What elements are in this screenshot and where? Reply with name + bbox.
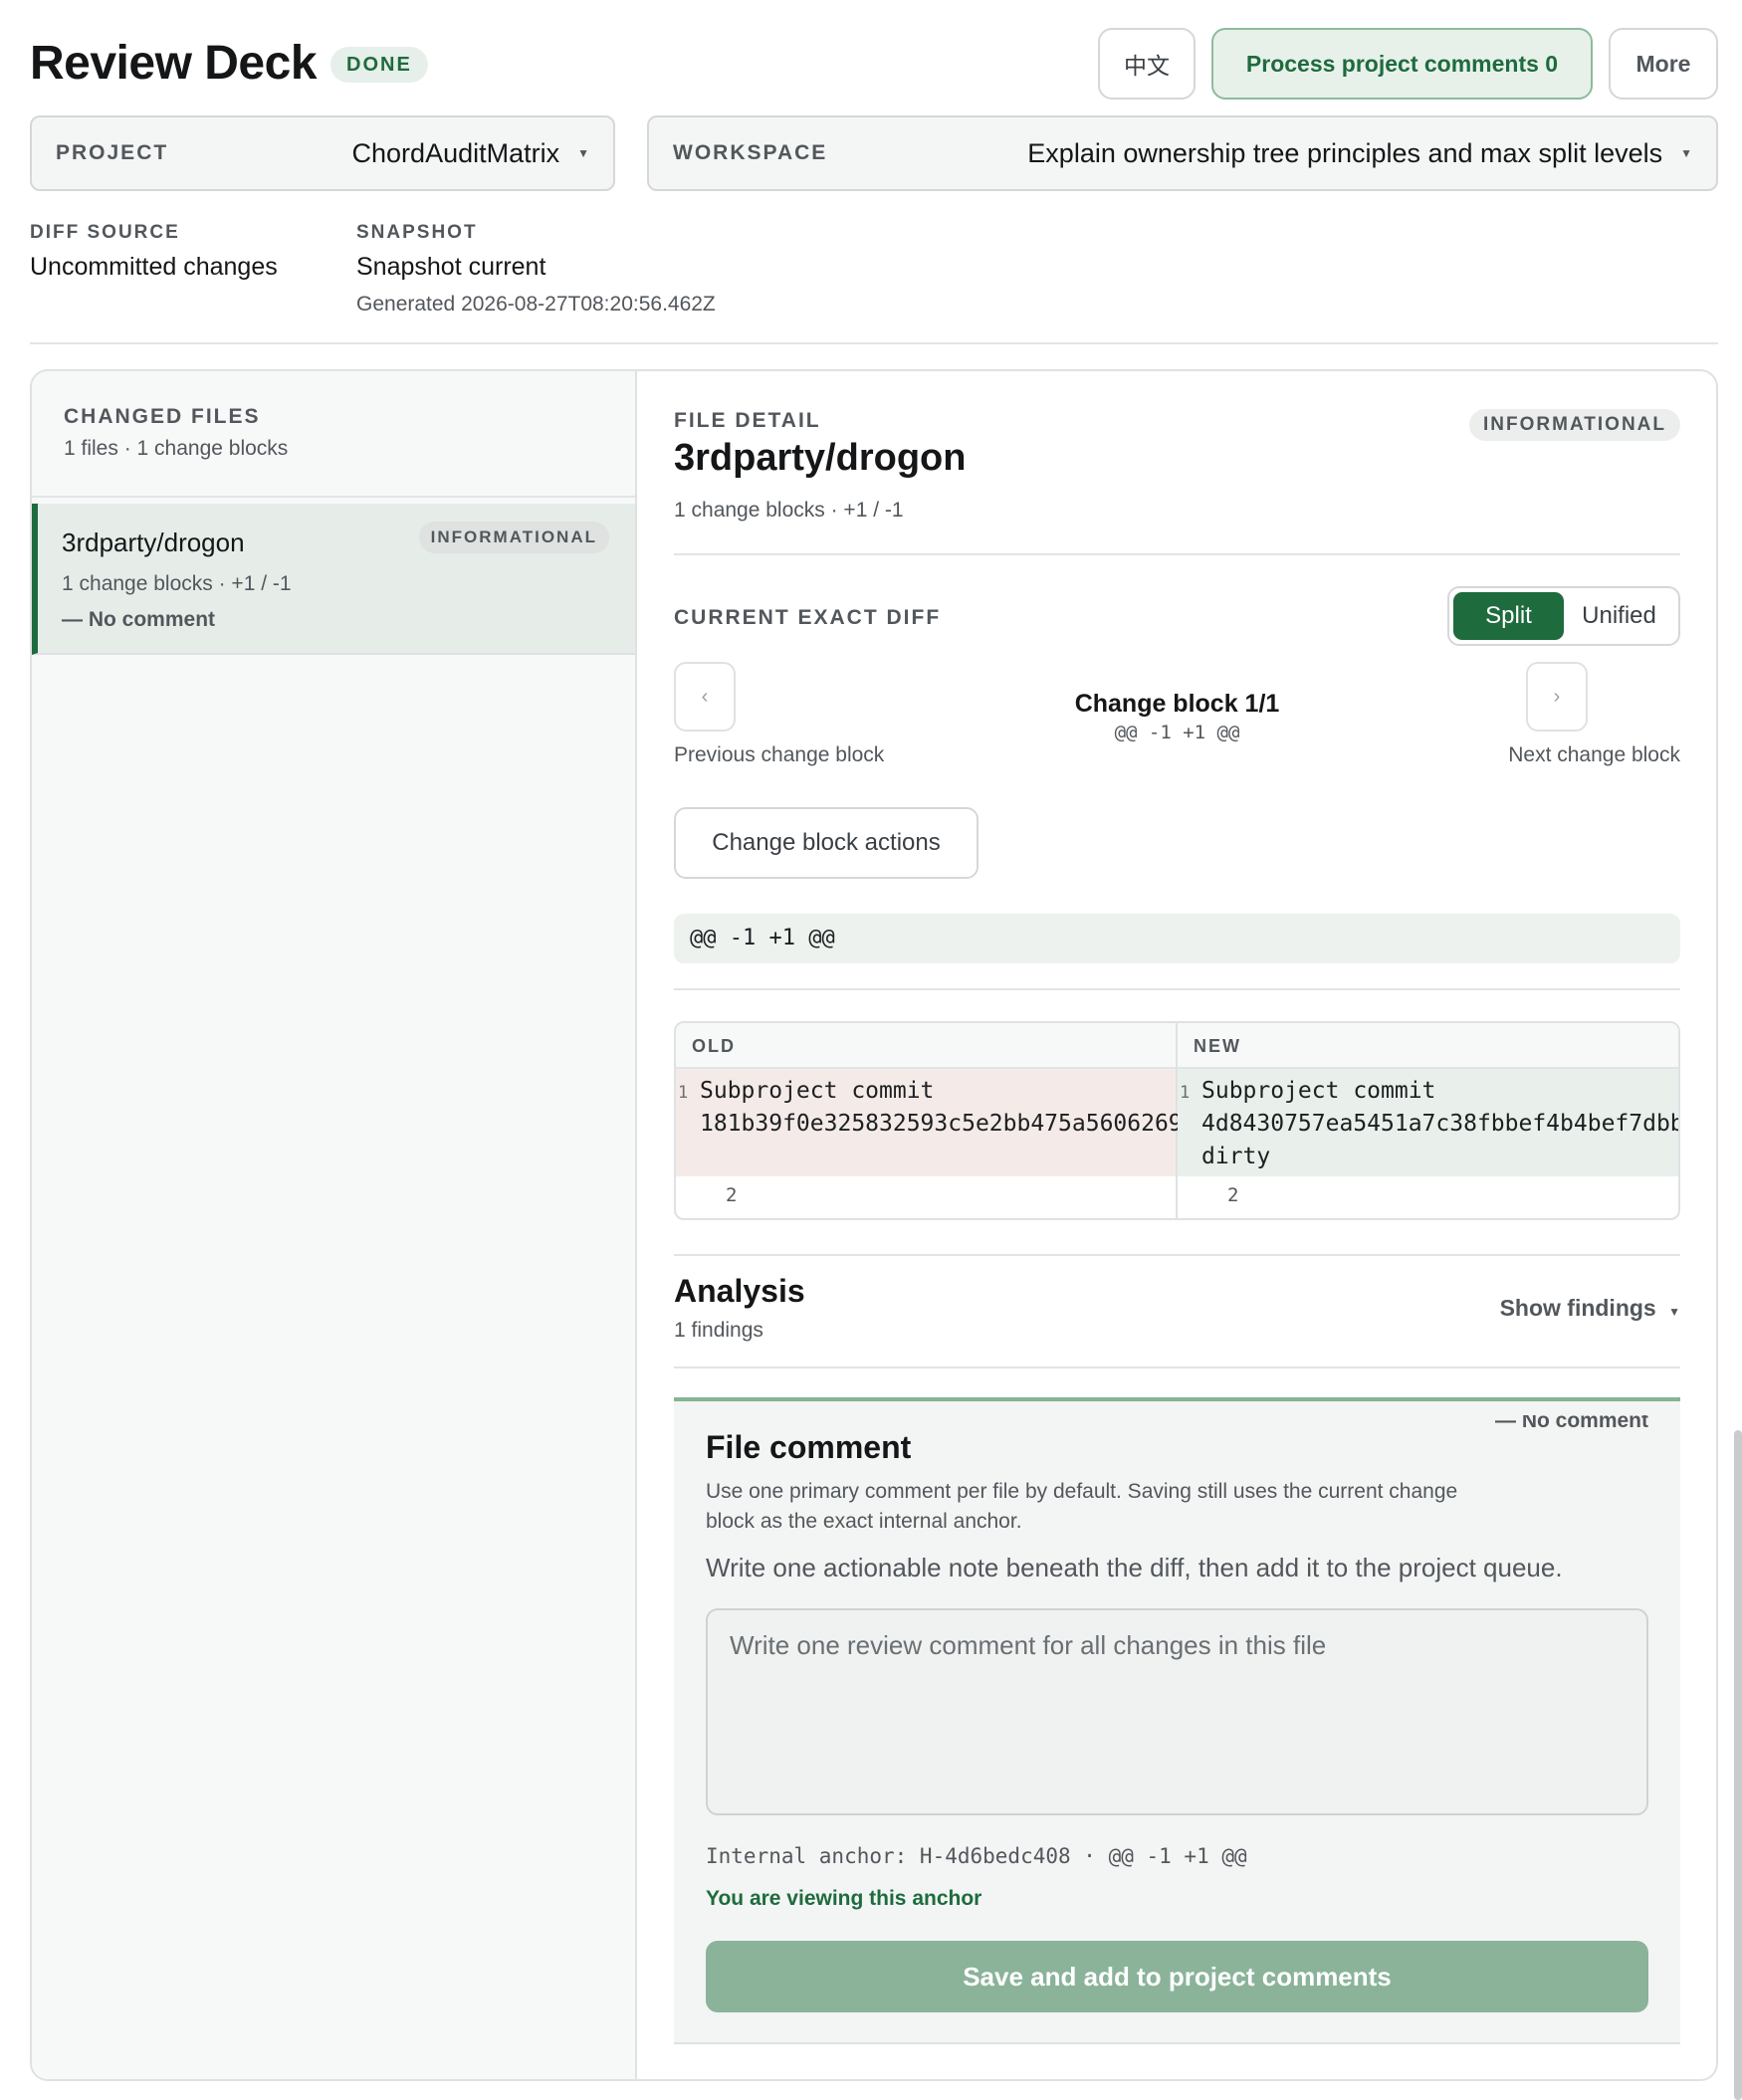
line-content: Subproject commit 4d8430757ea5451a7c38fb…: [1201, 1078, 1680, 1169]
internal-anchor: Internal anchor: H-4d6bedc408 · @@ -1 +1…: [706, 1844, 1247, 1868]
next-block-caption: Next change block: [1508, 743, 1680, 766]
diff-view-toggle: Split Unified: [1447, 586, 1680, 646]
page-title: Review Deck: [30, 37, 318, 90]
page-scrollbar[interactable]: [1734, 1430, 1742, 2100]
file-list-item[interactable]: 3rdparty/drogon INFORMATIONAL 1 change b…: [32, 504, 635, 655]
changed-files-label: CHANGED FILES: [64, 405, 261, 428]
line-content: Subproject commit 181b39f0e325832593c5e2…: [700, 1078, 1251, 1137]
file-detail-title: 3rdparty/drogon: [674, 437, 967, 479]
file-comment-description: Use one primary comment per file by defa…: [706, 1480, 1458, 1533]
new-column-header: NEW: [1178, 1023, 1678, 1069]
divider: [674, 988, 1680, 990]
line-number: 2: [726, 1184, 738, 1206]
workspace-value: Explain ownership tree principles and ma…: [1027, 137, 1663, 168]
file-detail: FILE DETAIL INFORMATIONAL 3rdparty/drogo…: [637, 371, 1716, 2079]
language-button[interactable]: 中文: [1098, 28, 1196, 100]
severity-badge: INFORMATIONAL: [418, 522, 609, 553]
divider: [674, 1366, 1680, 1368]
diff-row-context[interactable]: 2: [1178, 1176, 1678, 1216]
workspace-label: WORKSPACE: [673, 141, 828, 164]
old-column: OLD 1 Subproject commit 181b39f0e3258325…: [676, 1023, 1251, 1218]
changed-files-summary: 1 files · 1 change blocks: [64, 437, 289, 460]
file-comment-status: — No comment: [1494, 1415, 1648, 1432]
generated-timestamp: Generated 2026-08-27T08:20:56.462Z: [356, 293, 716, 315]
diff-row-added[interactable]: 1 Subproject commit 4d8430757ea5451a7c38…: [1178, 1069, 1678, 1176]
workspace-select[interactable]: WORKSPACE Explain ownership tree princip…: [647, 115, 1718, 191]
divider: [30, 342, 1718, 344]
save-comment-button[interactable]: Save and add to project comments: [706, 1941, 1648, 2012]
new-column: NEW 1 Subproject commit 4d8430757ea5451a…: [1178, 1023, 1678, 1218]
file-name: 3rdparty/drogon: [62, 527, 245, 557]
snapshot-label: SNAPSHOT: [356, 222, 478, 243]
show-findings-label: Show findings: [1499, 1295, 1656, 1321]
line-number: 2: [1227, 1184, 1239, 1206]
chevron-down-icon: ▼: [1680, 146, 1692, 160]
file-detail-stats: 1 change blocks · +1 / -1: [674, 499, 904, 522]
line-number: 1: [678, 1083, 689, 1103]
status-badge: DONE: [330, 47, 428, 83]
snapshot-value: Snapshot current: [356, 253, 546, 281]
viewing-anchor-note: You are viewing this anchor: [706, 1887, 982, 1910]
project-label: PROJECT: [56, 141, 169, 164]
divider: [32, 496, 635, 498]
review-panel: CHANGED FILES 1 files · 1 change blocks …: [30, 369, 1718, 2081]
more-button[interactable]: More: [1609, 28, 1718, 100]
diff-row-removed[interactable]: 1 Subproject commit 181b39f0e325832593c5…: [676, 1069, 1251, 1176]
previous-block-caption: Previous change block: [674, 743, 885, 766]
old-column-header: OLD: [676, 1023, 1176, 1069]
file-comment-title: File comment: [706, 1429, 912, 1465]
change-block-actions-button[interactable]: Change block actions: [674, 807, 979, 879]
divider: [674, 1254, 1680, 1256]
diff-source-value: Uncommitted changes: [30, 253, 278, 281]
comment-textarea[interactable]: [706, 1608, 1648, 1815]
hunk-header: @@ -1 +1 @@: [674, 914, 1680, 963]
change-block-hunk: @@ -1 +1 @@: [1114, 722, 1240, 743]
file-comment-prompt: Write one actionable note beneath the di…: [706, 1553, 1563, 1582]
project-value: ChordAuditMatrix: [351, 137, 560, 168]
chevron-down-icon: ▼: [1668, 1305, 1680, 1319]
file-stats: 1 change blocks · +1 / -1: [62, 572, 292, 595]
line-number: 1: [1180, 1083, 1191, 1103]
analysis-summary: 1 findings: [674, 1319, 763, 1342]
split-diff-table: OLD 1 Subproject commit 181b39f0e3258325…: [674, 1021, 1680, 1220]
analysis-title: Analysis: [674, 1273, 805, 1309]
split-view-button[interactable]: Split: [1453, 592, 1564, 640]
file-comment-status: — No comment: [62, 608, 216, 631]
unified-view-button[interactable]: Unified: [1564, 592, 1674, 640]
show-findings-toggle[interactable]: Show findings ▼: [1500, 1295, 1680, 1322]
diff-source-label: DIFF SOURCE: [30, 222, 180, 243]
change-block-title: Change block 1/1: [1074, 690, 1280, 718]
diff-row-context[interactable]: 2: [676, 1176, 1176, 1216]
process-comments-button[interactable]: Process project comments 0: [1211, 28, 1593, 100]
divider: [674, 553, 1680, 555]
chevron-down-icon: ▼: [577, 146, 589, 160]
changed-files-sidebar: CHANGED FILES 1 files · 1 change blocks …: [32, 371, 637, 2079]
project-select[interactable]: PROJECT ChordAuditMatrix ▼: [30, 115, 615, 191]
file-comment-section: File comment — No comment Use one primar…: [674, 1397, 1680, 2044]
